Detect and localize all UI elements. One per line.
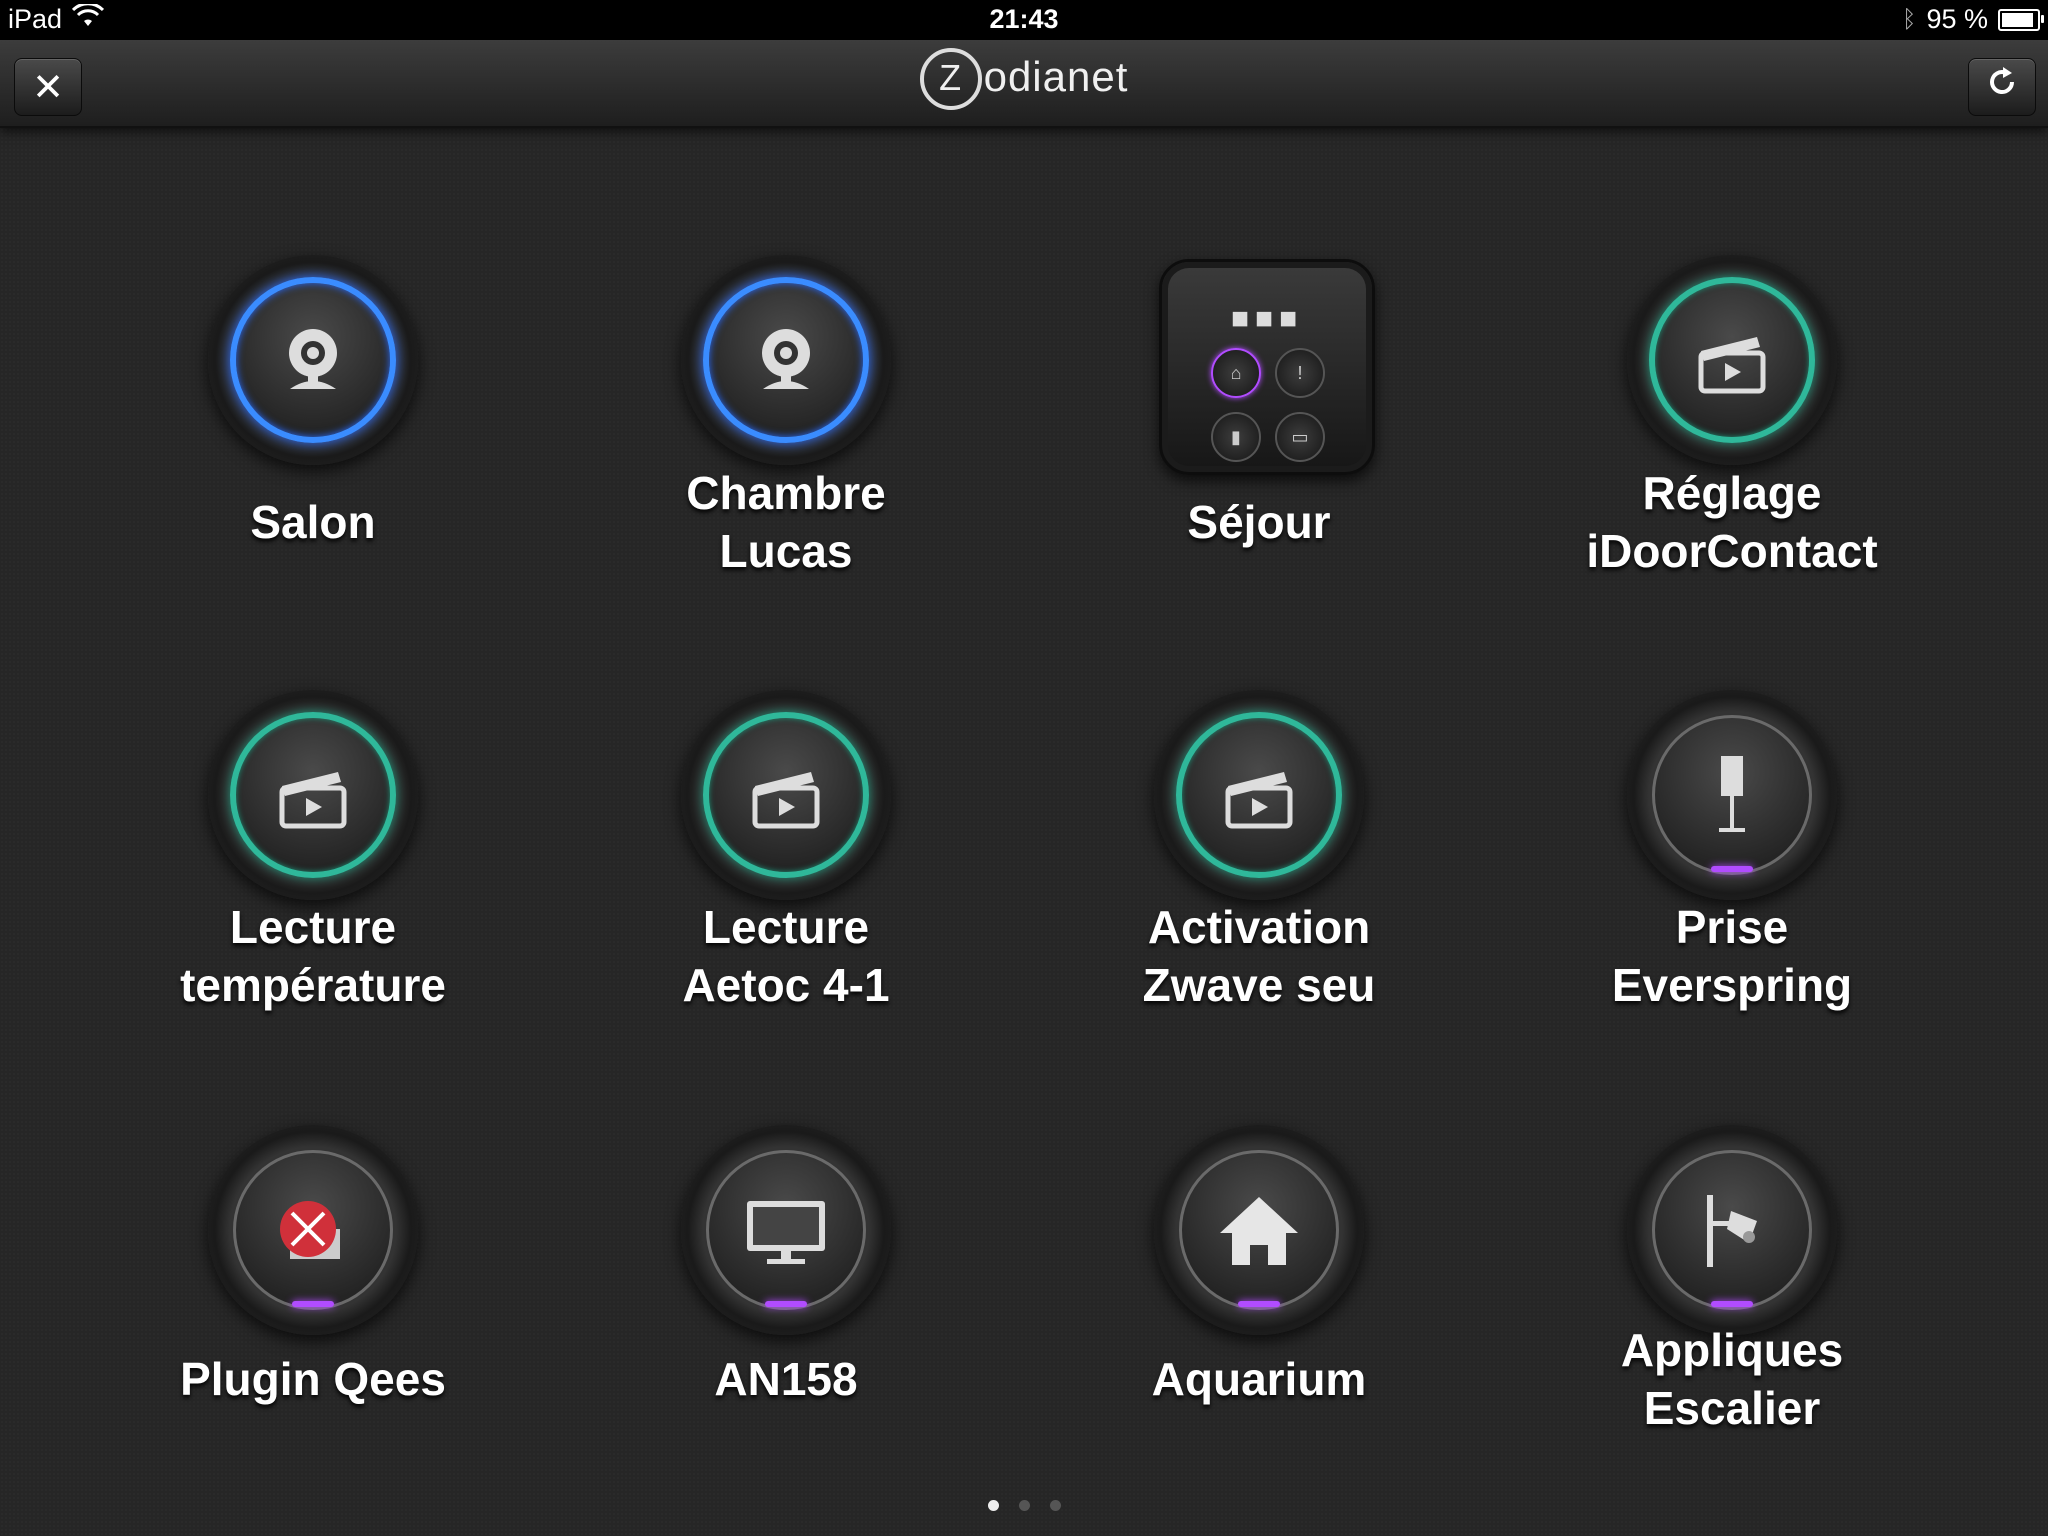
device-button[interactable] [681,255,891,465]
scene-button[interactable] [208,690,418,900]
tile-label: Salon [250,496,376,548]
app-logo: Zodianet [0,48,2048,114]
scene-button[interactable] [1627,255,1837,465]
tile-label-line1: Réglage [1642,467,1822,519]
scene-tile-activation-zwave[interactable]: Activation Zwave seu [1049,690,1469,1030]
device-button[interactable] [1154,1125,1364,1335]
tile-label-line2: Everspring [1611,959,1853,1011]
mini-monitor-icon: ▭ [1275,412,1325,462]
mini-alarm-icon: ⌂ [1211,348,1261,398]
tile-label-line2: Zwave seu [1142,959,1376,1011]
tile-label-line2: Aetoc 4-1 [682,959,890,1011]
tile-label-line1: Activation [1147,901,1371,953]
logo-text: odianet [983,53,1129,100]
bluetooth-icon: ᛒ [1902,5,1917,33]
device-button[interactable] [208,255,418,465]
device-button[interactable] [681,1125,891,1335]
refresh-button[interactable] [1968,58,2036,116]
device-tile-plugin-qees[interactable]: Plugin Qees [103,1125,523,1465]
device-tile-appliques-escalier[interactable]: Appliques Escalier [1522,1125,1942,1465]
refresh-icon [1985,65,2019,109]
device-tile-prise-everspring[interactable]: Prise Everspring [1522,690,1942,1030]
tile-label: Aquarium [1151,1353,1367,1405]
battery-icon [1998,8,2044,31]
tile-label-line1: Lecture [702,901,870,953]
webcam-icon [289,329,337,389]
folder-button[interactable]: ■■■ ⌂ ! ▮ ▭ [1159,259,1375,475]
status-bar: iPad 21:43 ᛒ 95 % [0,0,2048,40]
device-tile-an158[interactable]: AN158 [576,1125,996,1465]
device-button[interactable] [208,1125,418,1335]
scene-tile-lecture-temperature[interactable]: Lecture température [103,690,523,1030]
page-indicator[interactable] [0,1498,2048,1516]
device-tile-salon[interactable]: Salon [103,255,523,595]
device-tile-chambre-lucas[interactable]: Chambre Lucas [576,255,996,595]
scene-clapper-icon [1698,337,1766,394]
tile-label-line2: Escalier [1643,1382,1821,1434]
webcam-icon [762,329,810,389]
scene-tile-lecture-aetoc[interactable]: Lecture Aetoc 4-1 [576,690,996,1030]
tile-label-line2: température [180,959,446,1011]
page-dot-1[interactable] [987,1500,999,1511]
tile-label-line1: Lecture [229,901,397,953]
house-icon [1220,1197,1298,1265]
navigation-bar: ✕ Zodianet [0,40,2048,128]
scene-tile-reglage-idoorcontact[interactable]: Réglage iDoorContact [1522,255,1942,595]
battery-percent: 95 % [1926,4,1988,34]
scene-clapper-icon [279,772,347,829]
scene-button[interactable] [1154,690,1364,900]
tile-label-line1: Appliques [1620,1324,1844,1376]
tile-label-line1: Prise [1675,901,1789,953]
tile-label-line2: Lucas [719,525,853,577]
device-button[interactable] [1627,1125,1837,1335]
status-indicator [765,1301,807,1307]
status-time: 21:43 [989,4,1059,34]
scene-clapper-icon [752,772,820,829]
device-button[interactable] [1627,690,1837,900]
monitor-icon [747,1201,825,1264]
tile-label: Séjour [1187,496,1331,548]
status-indicator [1711,1301,1753,1307]
logo-mark: Z [919,48,982,110]
status-indicator [1238,1301,1280,1307]
more-dots-icon: ■■■ [1230,302,1304,335]
tile-label: AN158 [714,1353,858,1405]
status-indicator [1711,866,1753,872]
mini-door-icon: ▮ [1211,412,1261,462]
scene-clapper-icon [1225,772,1293,829]
page-dot-2[interactable] [1018,1500,1030,1511]
mini-alert-icon: ! [1275,348,1325,398]
tile-label-line1: Chambre [686,467,886,519]
scene-button[interactable] [681,690,891,900]
error-icon [280,1201,340,1259]
device-tile-aquarium[interactable]: Aquarium [1049,1125,1469,1465]
tile-label-line2: iDoorContact [1586,525,1878,577]
page-dot-3[interactable] [1049,1500,1061,1511]
wall-lamp-icon [1707,1195,1757,1267]
floor-lamp-icon [1719,756,1745,832]
tile-label: Plugin Qees [180,1353,446,1405]
folder-tile-sejour[interactable]: ■■■ ⌂ ! ▮ ▭ Séjour [1049,255,1469,595]
status-indicator [292,1301,334,1307]
